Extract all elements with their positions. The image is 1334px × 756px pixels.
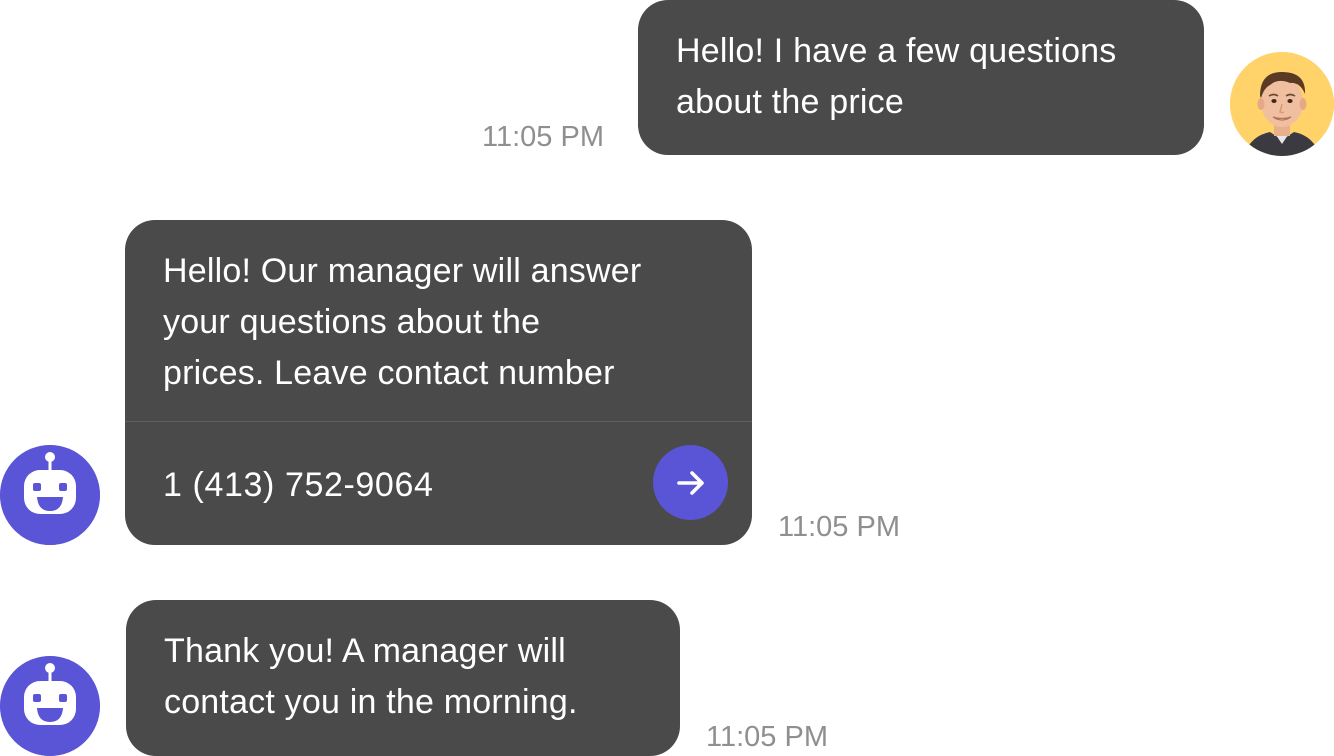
bot-avatar: [0, 445, 100, 545]
message-timestamp: 11:05 PM: [706, 721, 828, 753]
message-timestamp: 11:05 PM: [482, 121, 604, 153]
arrow-right-icon: [676, 470, 704, 495]
bot-message-bubble: Thank you! A manager will contact you in…: [126, 600, 680, 756]
phone-number-field[interactable]: 1 (413) 752-9064: [163, 460, 433, 511]
message-line: about the price: [676, 83, 904, 121]
user-message-bubble: Hello! I have a few questions about the …: [638, 0, 1204, 155]
message-text: Hello! I have a few questions about the …: [676, 26, 1166, 128]
message-text: Thank you! A manager will contact you in…: [164, 626, 642, 728]
message-timestamp: 11:05 PM: [778, 511, 900, 543]
message-line: prices. Leave contact number: [163, 354, 615, 392]
message-line: Thank you! A manager will: [164, 632, 566, 670]
robot-icon: [0, 445, 100, 545]
message-line: your questions about the: [163, 303, 541, 341]
phone-input-row: 1 (413) 752-9064: [125, 422, 752, 545]
message-text: Hello! Our manager will answer your ques…: [125, 220, 752, 395]
user-avatar: [1230, 52, 1334, 156]
bot-message-bubble: Hello! Our manager will answer your ques…: [125, 220, 752, 545]
robot-icon: [0, 656, 100, 756]
message-line: Hello! Our manager will answer: [163, 252, 642, 290]
send-button[interactable]: [653, 445, 728, 520]
message-line: Hello! I have a few questions: [676, 32, 1117, 70]
message-line: contact you in the morning.: [164, 683, 578, 721]
bot-avatar: [0, 656, 100, 756]
user-photo-avatar: [1230, 52, 1334, 156]
